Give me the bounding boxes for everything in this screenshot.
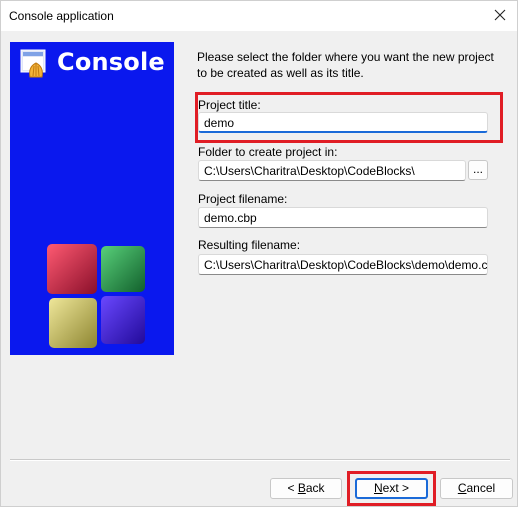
resulting-filename-input[interactable]: C:\Users\Charitra\Desktop\CodeBlocks\dem…: [198, 254, 488, 275]
back-button[interactable]: < Back: [270, 478, 342, 499]
window-title: Console application: [9, 9, 114, 23]
project-filename-label: Project filename:: [198, 192, 288, 206]
folder-input[interactable]: C:\Users\Charitra\Desktop\CodeBlocks\: [198, 160, 466, 181]
back-button-mnemonic: B: [297, 481, 306, 495]
close-icon: [494, 9, 506, 24]
project-title-input[interactable]: demo: [198, 112, 488, 133]
next-button[interactable]: Next >: [355, 478, 428, 499]
banner-title: Console: [57, 48, 165, 76]
close-button[interactable]: [483, 1, 517, 31]
footer-separator-highlight: [10, 460, 510, 461]
browse-folder-button[interactable]: ...: [468, 160, 488, 180]
back-button-prefix: <: [287, 481, 298, 495]
project-title-label: Project title:: [198, 98, 261, 112]
console-application-dialog: Console application Console Please selec…: [0, 0, 518, 507]
codeblocks-logo-icon: [20, 49, 52, 79]
project-filename-input[interactable]: demo.cbp: [198, 207, 488, 228]
cancel-button-label: ancel: [466, 481, 496, 495]
next-button-mnemonic: N: [373, 481, 383, 495]
wizard-banner: Console: [10, 42, 174, 355]
folder-label: Folder to create project in:: [198, 145, 338, 159]
resulting-filename-label: Resulting filename:: [198, 238, 301, 252]
cancel-button[interactable]: Cancel: [440, 478, 513, 499]
next-button-label: ext >: [382, 481, 410, 495]
title-bar: Console application: [1, 1, 517, 31]
codeblocks-cubes-image: [47, 244, 145, 348]
back-button-label: ack: [305, 481, 325, 495]
instructions-text: Please select the folder where you want …: [197, 50, 494, 80]
